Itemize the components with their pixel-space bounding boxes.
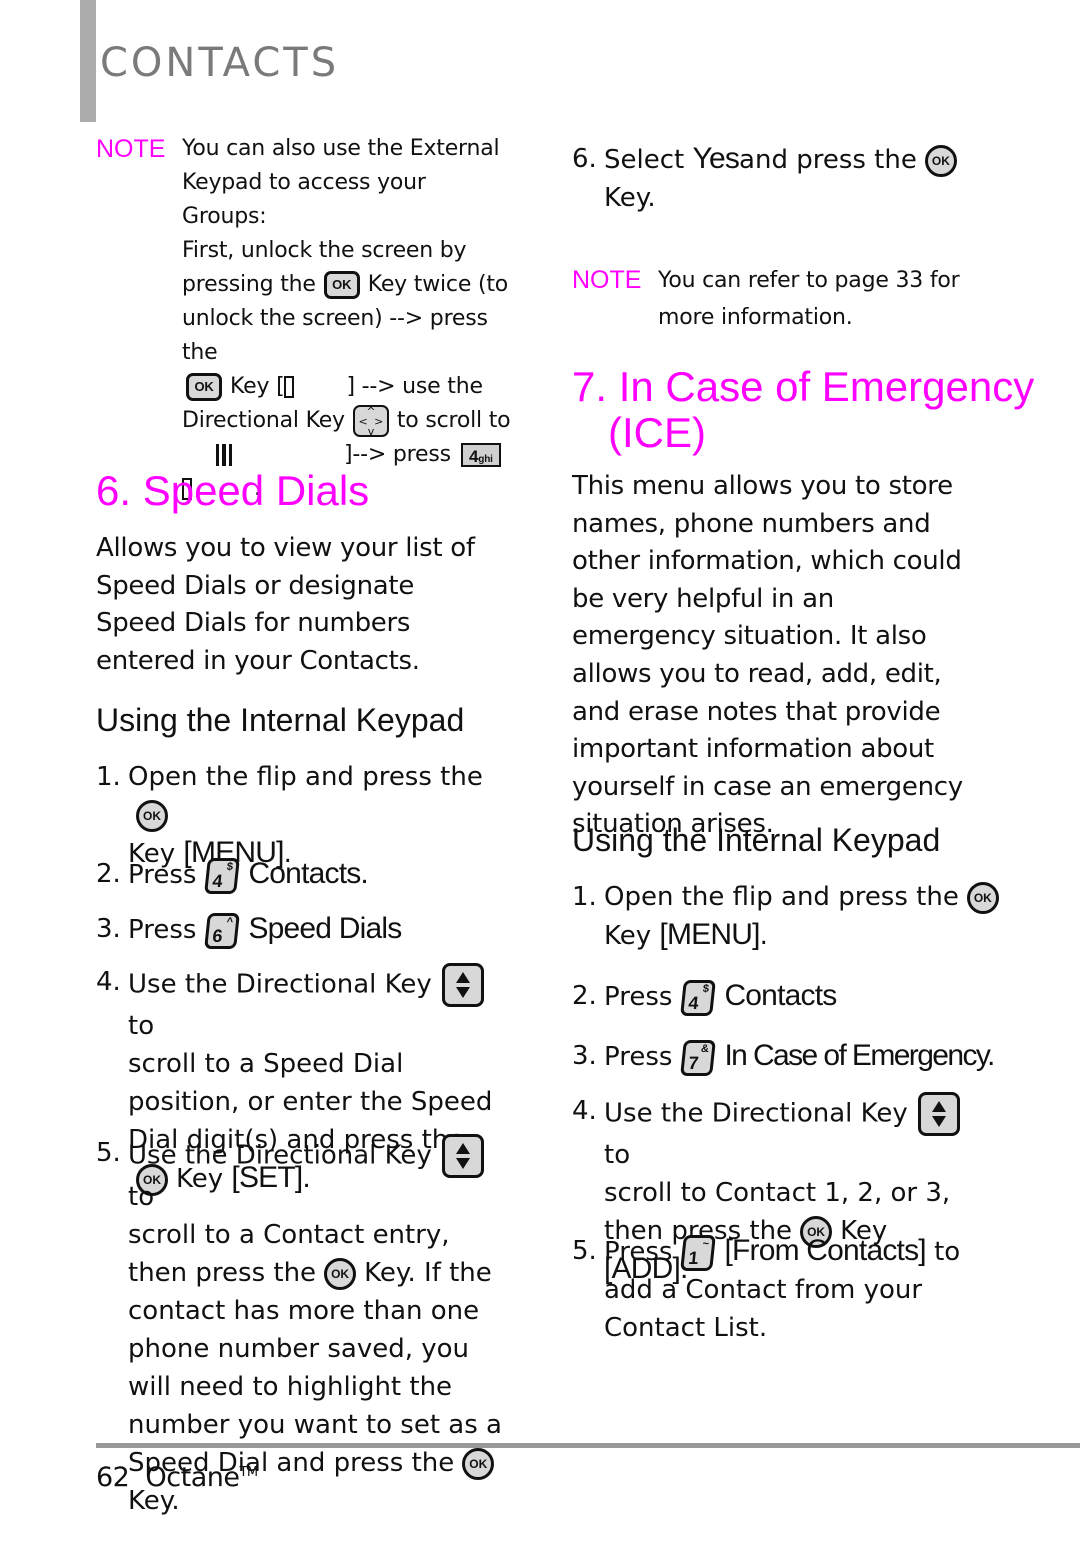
ice-step-2: 2. Press 4 $ Contacts — [572, 977, 1012, 1016]
missing-glyph-icon — [284, 376, 295, 398]
note-line: Directional Key ^ < > v to scroll to — [182, 405, 511, 438]
speed-dials-step-2: 2. Press 4 $ Contacts. — [96, 855, 516, 894]
ice-subtitle: Using the Internal Keypad — [572, 822, 941, 858]
ok-key-icon: OK — [186, 373, 222, 401]
ok-key-icon: OK — [136, 799, 168, 832]
ice-description: This menu allows you to store names, pho… — [572, 471, 963, 840]
ice-step-6: 6. Select Yesand press the OK Key. — [572, 140, 1012, 217]
up-down-key-icon — [441, 963, 484, 1007]
speed-dials-title: 6. Speed Dials — [96, 467, 370, 514]
ice-title: 7. In Case of Emergency (ICE) — [572, 363, 1035, 456]
ok-key-icon: OK — [462, 1447, 495, 1480]
note-line: OK Key [] --> use the — [182, 370, 516, 404]
note-line: pressing the OK Key twice (to — [182, 271, 509, 299]
section-header: CONTACTS — [100, 40, 340, 86]
contacts-label: Contacts. — [248, 857, 368, 890]
footer-divider — [96, 1443, 1080, 1448]
yes-label: Yes — [692, 142, 740, 175]
directional-key-icon: ^ < > v — [352, 405, 389, 437]
key-4-icon: 4 $ — [204, 857, 241, 894]
speed-dials-step-3: 3. Press 6 ^ Speed Dials — [96, 910, 516, 949]
page-reference-note: NOTE You can refer to page 33 for more i… — [572, 262, 1012, 336]
page-footer: 62 OctaneTM — [96, 1462, 258, 1493]
note-line: First, unlock the screen by — [182, 238, 467, 263]
ok-key-icon: OK — [323, 271, 360, 299]
ice-label: In Case of Emergency. — [724, 1039, 995, 1072]
key-7-icon: 7 & — [680, 1039, 717, 1076]
ice-step-1: 1. Open the flip and press the OK Key [ME… — [572, 878, 1012, 955]
note-line: Keypad to access your Groups: — [182, 170, 426, 229]
ok-key-icon: OK — [924, 144, 957, 177]
ice-step-3: 3. Press 7 & In Case of Emergency. — [572, 1037, 1042, 1076]
up-down-key-icon — [441, 1134, 484, 1178]
note-line: You can also use the External — [182, 136, 500, 161]
ice-step-5: 5. Press 1 ~ [From Contacts] to add a Conta… — [572, 1234, 961, 1343]
up-down-key-icon — [917, 1092, 960, 1136]
speed-dials-description: Allows you to view your list of Speed Di… — [96, 533, 475, 676]
from-contacts-label: [From Contacts] — [724, 1234, 926, 1267]
trademark: TM — [239, 1465, 258, 1480]
menu-label: [MENU] — [659, 918, 760, 951]
external-keypad-note: NOTE You can also use the External Keypa… — [96, 132, 516, 506]
page-number: 62 — [96, 1462, 130, 1493]
contacts-label: Contacts — [724, 979, 837, 1012]
header-accent-bar — [80, 0, 96, 122]
note-label: NOTE — [96, 135, 166, 163]
ok-key-icon: OK — [966, 881, 999, 914]
speed-dials-label: Speed Dials — [248, 912, 402, 945]
key-1-icon: 1 ~ — [680, 1234, 717, 1271]
key-6-icon: 6 ^ — [204, 912, 241, 949]
note-line: unlock the screen) --> press the — [182, 306, 488, 365]
key-4-ghi-icon: 4ghi — [460, 443, 501, 467]
speed-dials-subtitle: Using the Internal Keypad — [96, 702, 465, 738]
key-4-icon: 4 $ — [680, 979, 717, 1016]
note-label: NOTE — [572, 266, 642, 294]
ok-key-icon: OK — [324, 1257, 357, 1290]
missing-glyph-icon — [216, 444, 232, 466]
product-name: Octane — [145, 1462, 240, 1493]
